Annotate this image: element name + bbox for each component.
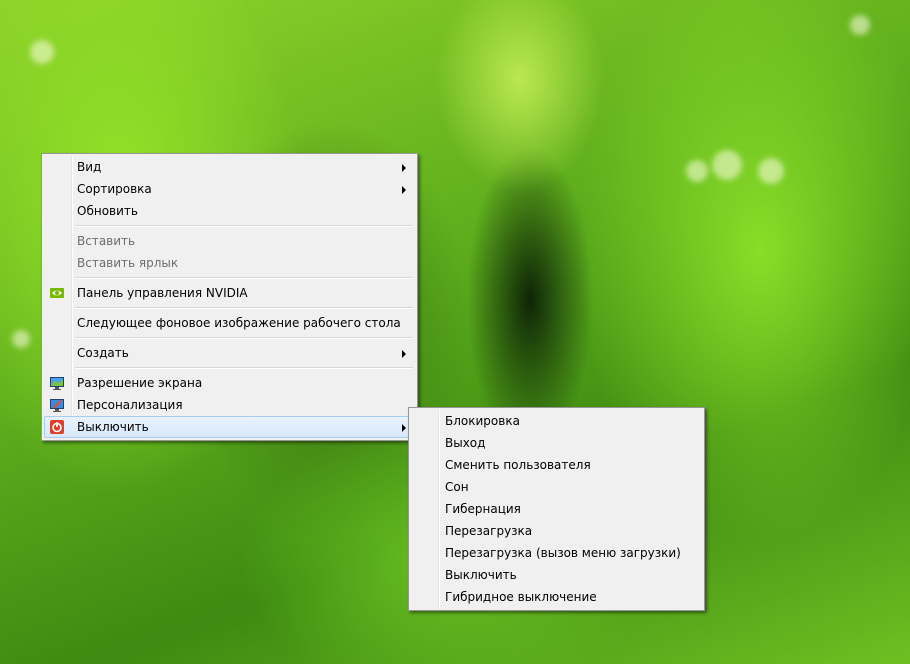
menu-item-create[interactable]: Создать [44, 342, 415, 364]
menu-item-sort[interactable]: Сортировка [44, 178, 415, 200]
submenu-arrow-icon [402, 186, 406, 194]
submenu-arrow-icon [402, 424, 406, 432]
menu-item-next-background[interactable]: Следующее фоновое изображение рабочего с… [44, 312, 415, 334]
menu-item-label: Вид [77, 160, 102, 174]
menu-item-label: Выход [445, 436, 486, 450]
menu-item-label: Обновить [77, 204, 138, 218]
menu-item-label: Блокировка [445, 414, 520, 428]
menu-item-refresh[interactable]: Обновить [44, 200, 415, 222]
menu-separator [75, 367, 413, 369]
wallpaper-bokeh [758, 158, 784, 184]
menu-separator [75, 337, 413, 339]
menu-item-label: Сменить пользователя [445, 458, 591, 472]
menu-separator [75, 225, 413, 227]
menu-item-view[interactable]: Вид [44, 156, 415, 178]
submenu-item-restart[interactable]: Перезагрузка [411, 520, 702, 542]
shutdown-submenu: Блокировка Выход Сменить пользователя Со… [408, 407, 705, 611]
menu-separator [75, 277, 413, 279]
menu-item-label: Следующее фоновое изображение рабочего с… [77, 316, 401, 330]
menu-item-label: Панель управления NVIDIA [77, 286, 248, 300]
menu-item-label: Выключить [77, 420, 149, 434]
power-icon [49, 419, 65, 435]
menu-item-nvidia-control-panel[interactable]: Панель управления NVIDIA [44, 282, 415, 304]
wallpaper-bokeh [12, 330, 30, 348]
menu-item-label: Перезагрузка (вызов меню загрузки) [445, 546, 681, 560]
menu-item-label: Разрешение экрана [77, 376, 203, 390]
wallpaper-bokeh [850, 15, 870, 35]
menu-item-paste[interactable]: Вставить [44, 230, 415, 252]
submenu-arrow-icon [402, 350, 406, 358]
submenu-item-lock[interactable]: Блокировка [411, 410, 702, 432]
menu-item-label: Сон [445, 480, 469, 494]
submenu-item-sleep[interactable]: Сон [411, 476, 702, 498]
menu-item-label: Персонализация [77, 398, 183, 412]
menu-item-paste-shortcut[interactable]: Вставить ярлык [44, 252, 415, 274]
monitor-icon [49, 375, 65, 391]
desktop-context-menu: Вид Сортировка Обновить Вставить Вставит… [41, 153, 418, 441]
wallpaper-bokeh [712, 150, 742, 180]
menu-item-label: Перезагрузка [445, 524, 533, 538]
submenu-item-shutdown[interactable]: Выключить [411, 564, 702, 586]
personalize-icon [49, 397, 65, 413]
menu-item-label: Вставить [77, 234, 136, 248]
submenu-item-sign-out[interactable]: Выход [411, 432, 702, 454]
wallpaper-bokeh [30, 40, 54, 64]
nvidia-icon [49, 285, 65, 301]
menu-item-label: Создать [77, 346, 129, 360]
menu-item-label: Гибридное выключение [445, 590, 597, 604]
menu-item-personalize[interactable]: Персонализация [44, 394, 415, 416]
submenu-item-restart-boot-menu[interactable]: Перезагрузка (вызов меню загрузки) [411, 542, 702, 564]
menu-item-label: Выключить [445, 568, 517, 582]
menu-item-shutdown[interactable]: Выключить [44, 416, 415, 438]
menu-item-screen-resolution[interactable]: Разрешение экрана [44, 372, 415, 394]
submenu-item-switch-user[interactable]: Сменить пользователя [411, 454, 702, 476]
menu-item-label: Гибернация [445, 502, 521, 516]
menu-separator [75, 307, 413, 309]
menu-item-label: Вставить ярлык [77, 256, 179, 270]
wallpaper-bokeh [686, 160, 708, 182]
submenu-item-hybrid-shutdown[interactable]: Гибридное выключение [411, 586, 702, 608]
menu-item-label: Сортировка [77, 182, 152, 196]
submenu-item-hibernate[interactable]: Гибернация [411, 498, 702, 520]
submenu-arrow-icon [402, 164, 406, 172]
